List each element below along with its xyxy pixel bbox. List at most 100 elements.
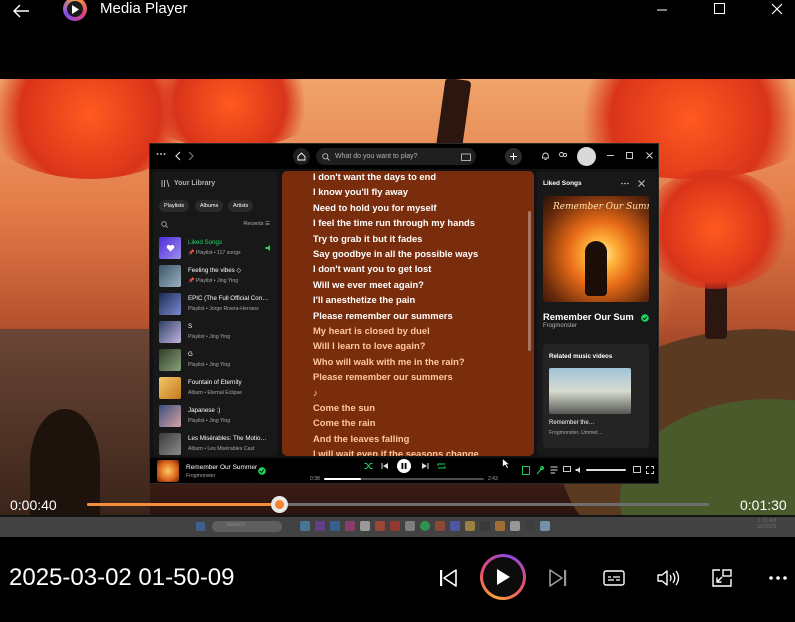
lyric-line[interactable]: I feel the time run through my hands: [313, 217, 475, 228]
back-button[interactable]: [8, 0, 34, 22]
library-item[interactable]: Feeling the vibes ◇ 📌 Playlist • Jing Yi…: [159, 265, 277, 291]
library-item[interactable]: G Playlist • Jing Ying: [159, 349, 277, 375]
notification-bell-icon[interactable]: [541, 151, 550, 161]
play-button[interactable]: [480, 554, 526, 600]
spotify-search-input[interactable]: What do you want to play?: [316, 148, 476, 165]
library-item-title: S: [188, 323, 193, 330]
track-title[interactable]: Remember Our Sum: [543, 311, 634, 322]
now-playing-view-icon[interactable]: [522, 466, 530, 475]
library-item[interactable]: Fountain of Eternity Album • Eternal Ecl…: [159, 377, 277, 403]
nav-back-icon[interactable]: [174, 151, 182, 161]
library-item-subtitle: 📌 Playlist • 117 songs: [188, 250, 241, 256]
lyric-line[interactable]: I'll anesthetize the pain: [313, 294, 415, 305]
library-item[interactable]: Les Misérables: The Motio… Album • Les M…: [159, 433, 277, 456]
maximize-button[interactable]: [705, 0, 735, 18]
queue-icon[interactable]: [550, 466, 558, 474]
taskbar-app-icon: [540, 521, 550, 531]
library-search-icon[interactable]: [161, 221, 168, 228]
library-item-subtitle: Playlist • Jing Ying: [188, 334, 231, 340]
lyric-line[interactable]: Please remember our summers: [313, 310, 453, 321]
fullscreen-icon[interactable]: [646, 466, 654, 474]
previous-track-icon[interactable]: [381, 462, 389, 470]
close-panel-icon[interactable]: [638, 180, 645, 187]
library-item-title: Liked Songs: [188, 239, 223, 246]
lyric-line[interactable]: Please remember our summers: [313, 371, 453, 382]
close-window-button[interactable]: [762, 0, 792, 18]
maximize-icon: [714, 3, 725, 14]
filter-chip-albums[interactable]: Albums: [195, 200, 224, 212]
lyric-line[interactable]: Say goodbye in all the possible ways: [313, 248, 478, 259]
lyric-line[interactable]: Come the rain: [313, 417, 376, 428]
connect-device-icon[interactable]: [563, 466, 571, 474]
library-item-subtitle: 📌 Playlist • Jing Ying: [188, 278, 239, 284]
lyric-line[interactable]: My heart is closed by duel: [313, 325, 430, 336]
player-track-artist[interactable]: Frogmonster: [186, 473, 215, 479]
lyric-line[interactable]: I will wait even if the seasons change: [313, 448, 479, 456]
now-playing-thumb[interactable]: [157, 460, 179, 482]
home-button[interactable]: [293, 148, 310, 165]
browse-icon[interactable]: [461, 152, 471, 161]
related-videos-card[interactable]: Related music videos Remember the… Frogm…: [543, 344, 649, 448]
more-options-button[interactable]: [764, 566, 792, 590]
lyric-line[interactable]: Will I learn to love again?: [313, 340, 425, 351]
sort-recents[interactable]: Recents ☰: [243, 221, 270, 227]
mini-player-button[interactable]: [708, 565, 736, 591]
more-options-icon[interactable]: [621, 182, 629, 185]
repeat-icon[interactable]: [437, 462, 446, 470]
playlist-thumb: [159, 349, 181, 371]
nav-forward-icon[interactable]: [187, 151, 195, 161]
spotify-volume-slider[interactable]: [586, 469, 626, 471]
app-logo: [63, 0, 87, 21]
filter-chip-artists[interactable]: Artists: [228, 200, 254, 212]
library-item[interactable]: EPIC (The Full Official Con… Playlist • …: [159, 293, 277, 319]
library-item-subtitle: Playlist • Jing Ying: [188, 362, 231, 368]
library-header[interactable]: Your Library: [161, 179, 215, 188]
minimize-icon[interactable]: [607, 154, 614, 157]
track-artist[interactable]: Frogmonster: [543, 323, 577, 329]
maximize-icon[interactable]: [626, 152, 633, 159]
library-item[interactable]: Japanese :) Playlist • Jing Ying: [159, 405, 277, 431]
lyric-line[interactable]: Will we ever meet again?: [313, 279, 424, 290]
profile-avatar[interactable]: [577, 147, 596, 166]
lyric-line[interactable]: And the leaves falling: [313, 433, 409, 444]
next-button[interactable]: [544, 564, 572, 592]
lyric-line[interactable]: ♪: [313, 387, 318, 398]
mini-player-icon[interactable]: [633, 466, 641, 474]
library-item[interactable]: Liked Songs 📌 Playlist • 117 songs: [159, 237, 277, 263]
spotify-play-pause-button[interactable]: [397, 459, 411, 473]
lyrics-scrollbar[interactable]: [528, 211, 531, 351]
library-item-title: EPIC (The Full Official Con…: [188, 295, 269, 302]
player-track-title[interactable]: Remember Our Summer: [186, 464, 257, 471]
lyrics-icon[interactable]: [536, 466, 544, 475]
related-video-title: Remember the…: [549, 420, 595, 426]
mini-player-icon: [712, 569, 732, 587]
related-video-thumbnail[interactable]: [549, 368, 631, 414]
seek-bar[interactable]: [87, 496, 709, 513]
close-icon[interactable]: [646, 152, 653, 159]
spotify-elapsed-time: 0:38: [310, 476, 320, 482]
taskbar-clock: 1:50 AM 3/2/2025: [757, 518, 777, 530]
lyric-line[interactable]: Need to hold you for myself: [313, 202, 436, 213]
previous-button[interactable]: [434, 564, 462, 592]
lyrics-panel[interactable]: I don't want the days to end I know you'l…: [282, 171, 534, 456]
lyric-line[interactable]: Try to grab it but it fades: [313, 233, 422, 244]
saved-check-icon[interactable]: [641, 314, 649, 322]
lyric-line[interactable]: I don't want you to get lost: [313, 263, 431, 274]
volume-icon[interactable]: [575, 466, 583, 474]
lyric-line[interactable]: I know you'll fly away: [313, 186, 408, 197]
volume-button[interactable]: [654, 566, 682, 590]
friends-activity-icon[interactable]: [558, 151, 568, 161]
next-track-icon[interactable]: [421, 462, 429, 470]
shuffle-icon[interactable]: [364, 462, 373, 470]
create-button[interactable]: [505, 148, 522, 165]
library-item-title: G: [188, 351, 193, 358]
saved-check-icon[interactable]: [258, 467, 266, 475]
lyric-line[interactable]: I don't want the days to end: [313, 171, 436, 182]
minimize-button[interactable]: [647, 0, 677, 18]
filter-chip-playlists[interactable]: Playlists: [159, 200, 190, 212]
subtitles-button[interactable]: [600, 566, 628, 590]
spotify-progress-bar[interactable]: [324, 478, 484, 480]
lyric-line[interactable]: Who will walk with me in the rain?: [313, 356, 465, 367]
lyric-line[interactable]: Come the sun: [313, 402, 375, 413]
library-item[interactable]: S Playlist • Jing Ying: [159, 321, 277, 347]
